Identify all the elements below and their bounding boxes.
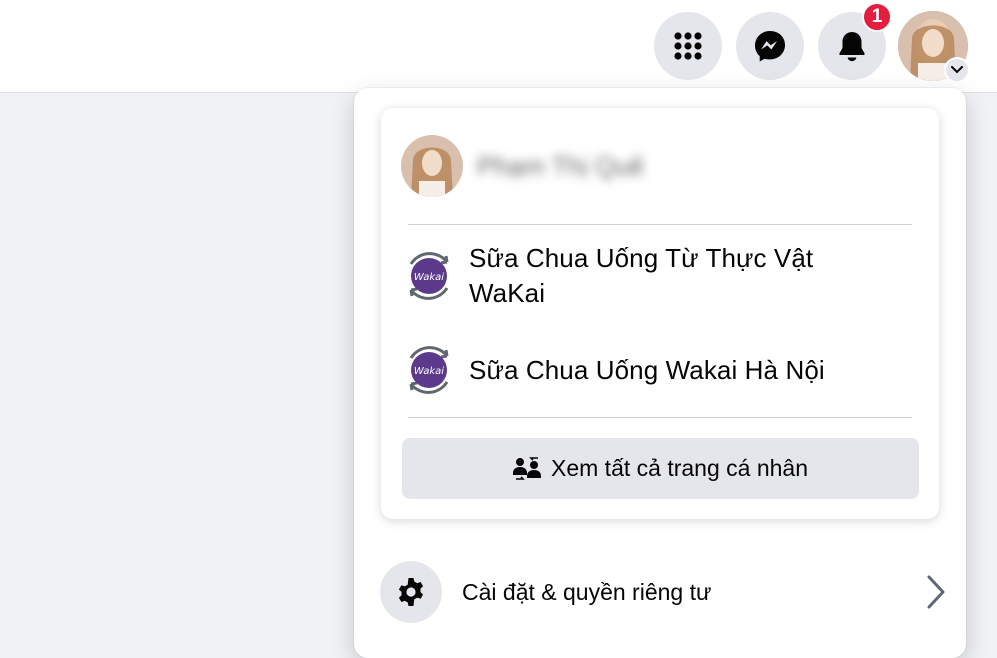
- chevron-right-icon: [916, 575, 946, 609]
- page-logo: Wakai: [401, 248, 457, 304]
- divider: [408, 224, 912, 225]
- page-name-line2: WaKai: [469, 278, 546, 308]
- page-logo: Wakai: [401, 342, 457, 398]
- svg-text:Wakai: Wakai: [414, 272, 444, 283]
- menu-grid-icon: [674, 32, 702, 60]
- account-menu-dropdown: Phạm Thị Quê Wakai Sữa Chua Uống Từ Thực…: [354, 88, 966, 658]
- page-name: Sữa Chua Uống Wakai Hà Nội: [469, 354, 825, 385]
- svg-text:Wakai: Wakai: [414, 366, 444, 377]
- see-all-profiles-label: Xem tất cả trang cá nhân: [551, 455, 808, 481]
- gear-icon: [398, 578, 424, 606]
- see-all-profiles-button[interactable]: Xem tất cả trang cá nhân: [402, 438, 919, 499]
- avatar-photo: [401, 135, 463, 197]
- page-name-line1: Sữa Chua Uống Từ Thực Vật: [469, 243, 814, 273]
- menu-button[interactable]: [654, 12, 722, 80]
- messenger-icon: [755, 31, 785, 62]
- notification-badge: 1: [862, 2, 892, 32]
- divider: [408, 417, 912, 418]
- switch-users-icon: [513, 456, 541, 482]
- messenger-button[interactable]: [736, 12, 804, 80]
- switch-profile-icon: Wakai: [409, 346, 449, 394]
- current-profile-avatar: [401, 135, 463, 197]
- bell-icon: [839, 32, 865, 62]
- settings-icon-circle: [380, 561, 442, 623]
- page-profile-row[interactable]: Wakai Sữa Chua Uống Wakai Hà Nội: [401, 340, 919, 400]
- page-name: Sữa Chua Uống Từ Thực Vật WaKai: [469, 241, 813, 311]
- page-profile-row[interactable]: Wakai Sữa Chua Uống Từ Thực Vật WaKai: [401, 240, 919, 312]
- top-navigation-bar: 1: [0, 0, 997, 93]
- settings-privacy-item[interactable]: Cài đặt & quyền riêng tư: [380, 560, 946, 624]
- settings-privacy-label: Cài đặt & quyền riêng tư: [462, 578, 712, 605]
- current-profile-name: Phạm Thị Quê: [477, 150, 645, 181]
- current-profile-row[interactable]: Phạm Thị Quê: [401, 134, 919, 198]
- account-caret[interactable]: [944, 57, 970, 83]
- chevron-down-icon: [951, 66, 963, 74]
- switch-profile-icon: Wakai: [409, 252, 449, 300]
- profiles-card: Phạm Thị Quê Wakai Sữa Chua Uống Từ Thực…: [381, 108, 939, 519]
